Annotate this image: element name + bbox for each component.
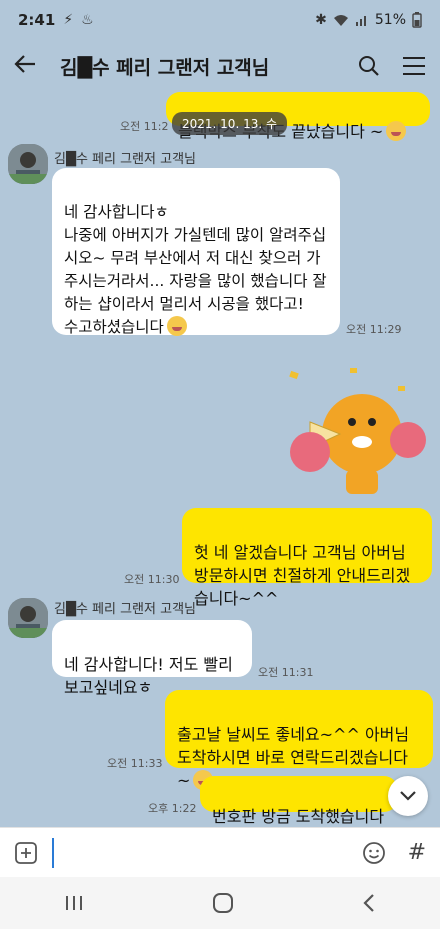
message-time: 오전 11:31	[258, 666, 314, 679]
hashtag-search-button[interactable]: #	[408, 840, 426, 865]
cheering-lion-sticker[interactable]	[280, 362, 430, 502]
emoji-icon[interactable]	[362, 841, 386, 865]
message-time: 오전 11:29	[346, 323, 402, 336]
message-time: 오전 11:30	[124, 573, 180, 586]
back-nav-icon[interactable]	[362, 893, 376, 913]
date-indicator: 2021. 10. 13. 수	[172, 112, 288, 135]
bluetooth-icon: ✱	[315, 12, 327, 28]
message-time: 오전 11:2	[120, 120, 169, 133]
chevron-down-icon	[400, 791, 416, 801]
my-message-bubble[interactable]: 출고날 날씨도 좋네요~^^ 아버님 도착하시면 바로 연락드리겠습니다 ~	[165, 690, 433, 790]
battery-icon	[412, 12, 422, 28]
smiley-emoji-icon	[386, 121, 407, 141]
message-input-bar: #	[0, 827, 440, 877]
avatar[interactable]	[8, 598, 48, 638]
back-arrow-icon[interactable]	[14, 52, 48, 80]
battery-level: 51%	[374, 12, 406, 28]
scroll-down-button[interactable]	[388, 776, 428, 816]
chat-title: 김█수 페리 그랜저 고객님	[60, 56, 270, 79]
grinning-emoji-icon	[166, 316, 187, 336]
other-message-bubble[interactable]: 네 감사합니다! 저도 빨리 보고싶네요ㅎ	[52, 620, 252, 697]
message-input[interactable]	[52, 837, 362, 868]
app-notification-icon: ♨	[81, 12, 94, 28]
message-time: 오후 1:22	[148, 802, 197, 815]
avatar[interactable]	[8, 144, 48, 184]
search-icon[interactable]	[358, 55, 380, 77]
system-nav-bar	[0, 877, 440, 929]
sender-name: 김█수 페리 그랜저 고객님	[54, 602, 196, 617]
status-time: 2:41	[18, 11, 56, 29]
plus-square-icon[interactable]	[14, 841, 38, 865]
chat-header: 김█수 페리 그랜저 고객님	[0, 40, 440, 92]
message-time: 오전 11:33	[107, 757, 163, 770]
hamburger-menu-icon[interactable]	[402, 56, 426, 76]
notification-icon: ⚡	[63, 12, 74, 28]
other-message-bubble[interactable]: 네 감사합니다ㅎ 나중에 아버지가 가실텐데 많이 알려주십시오~ 무려 부산에…	[52, 168, 340, 336]
status-bar: 2:41 ⚡ ♨ ✱ 51%	[0, 0, 440, 40]
my-message-bubble[interactable]: 헛 네 알겠습니다 고객님 아버님 방문하시면 친절하게 안내드리겠습니다~^^	[182, 508, 432, 608]
recent-apps-icon[interactable]	[64, 894, 84, 912]
sender-name: 김█수 페리 그랜저 고객님	[54, 152, 196, 167]
signal-icon	[355, 16, 366, 26]
wifi-icon	[333, 15, 348, 26]
home-icon[interactable]	[212, 892, 234, 914]
my-message-bubble[interactable]: 번호판 방금 도착했습니다	[200, 776, 398, 826]
chat-area[interactable]: 블랙박스 부착도 끝났습니다 ~ 오전 11:2 2021. 10. 13. 수…	[0, 92, 440, 827]
